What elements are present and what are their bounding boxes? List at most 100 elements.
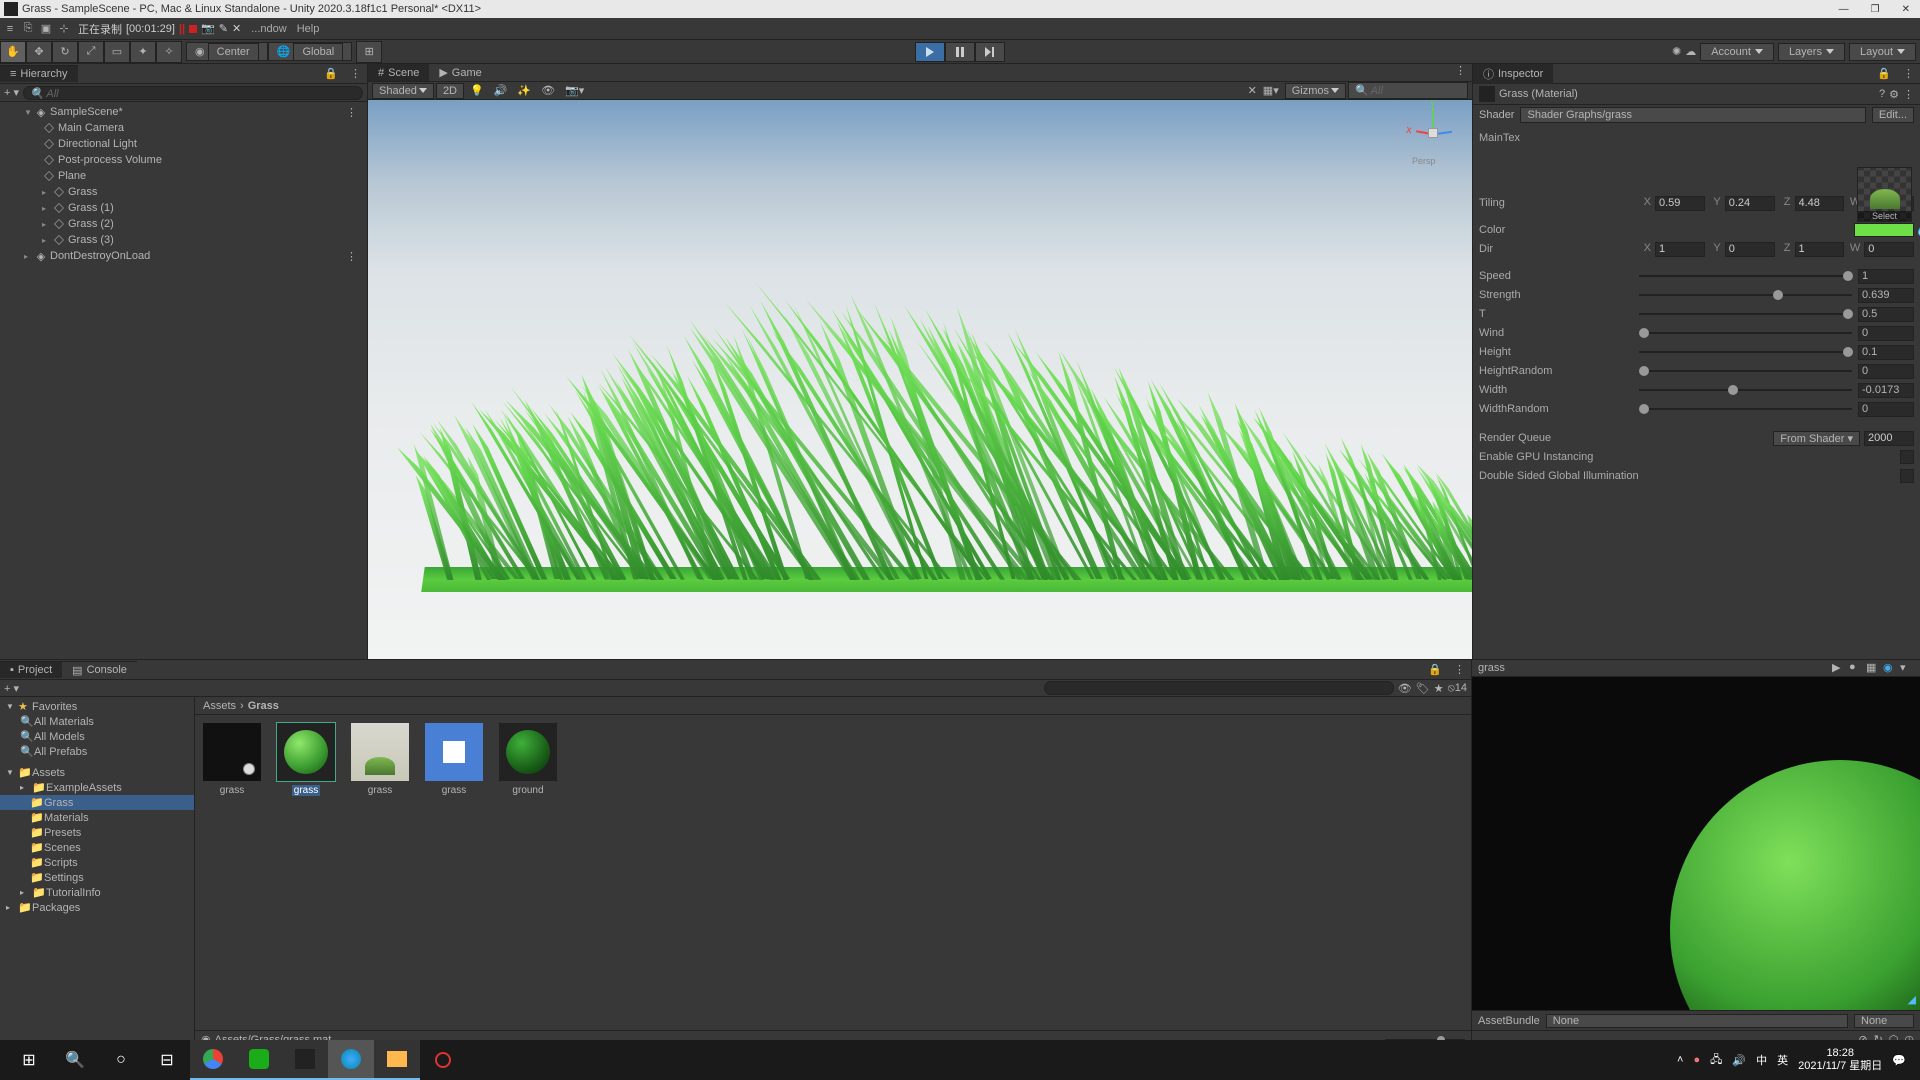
lock-icon[interactable]: 🔒: [1871, 67, 1897, 80]
menu-help[interactable]: Help: [297, 23, 320, 35]
hierarchy-item[interactable]: ▸Grass (3): [0, 232, 367, 248]
game-tab[interactable]: ▶ Game: [429, 64, 491, 81]
pivot-center[interactable]: ◉ Center: [186, 42, 268, 61]
slider-value[interactable]: [1858, 364, 1914, 379]
folder-item[interactable]: 📁Scenes: [0, 840, 194, 855]
play-button[interactable]: [915, 42, 945, 62]
audio-icon[interactable]: 🔊: [490, 84, 512, 97]
tray-expand[interactable]: ˄: [1677, 1054, 1683, 1066]
dir-y[interactable]: [1725, 242, 1775, 257]
expand-icon[interactable]: ◢: [1908, 993, 1916, 1006]
fav-item[interactable]: 🔍All Prefabs: [0, 744, 194, 759]
cortana-button[interactable]: ○: [98, 1040, 144, 1080]
filter-icon[interactable]: ★: [1434, 682, 1444, 695]
project-tab[interactable]: ▪ Project: [0, 661, 62, 678]
pause-button[interactable]: [945, 42, 975, 62]
menu-icon[interactable]: ⋮: [1903, 88, 1914, 101]
texture-slot[interactable]: Select: [1857, 167, 1912, 222]
scene-tab[interactable]: # Scene: [368, 64, 429, 81]
notifications-icon[interactable]: 💬: [1892, 1054, 1906, 1067]
start-button[interactable]: ⊞: [6, 1040, 52, 1080]
hierarchy-item[interactable]: ▸Grass (2): [0, 216, 367, 232]
pivot-global[interactable]: 🌐 Global: [268, 42, 353, 61]
slider-value[interactable]: [1858, 402, 1914, 417]
tray-ime-lang[interactable]: 英: [1777, 1052, 1788, 1068]
snap-toggle[interactable]: ⊞: [356, 41, 382, 63]
filter-icon[interactable]: 👁: [1398, 682, 1412, 695]
scene-search[interactable]: 🔍 All: [1348, 82, 1468, 99]
account-dropdown[interactable]: Account: [1700, 43, 1774, 61]
2d-toggle[interactable]: 2D: [436, 83, 464, 99]
hierarchy-item[interactable]: ▸Grass: [0, 184, 367, 200]
slider-value[interactable]: [1858, 383, 1914, 398]
assets-root[interactable]: ▼📁Assets: [0, 765, 194, 780]
eyedropper-icon[interactable]: 💧: [1915, 224, 1920, 237]
hierarchy-item[interactable]: Plane: [0, 168, 367, 184]
dir-x[interactable]: [1655, 242, 1705, 257]
tiling-y[interactable]: [1725, 196, 1775, 211]
filter-icon[interactable]: 🏷: [1416, 682, 1430, 695]
folder-item[interactable]: ▸📁TutorialInfo: [0, 885, 194, 900]
transform-tool[interactable]: ✦: [130, 41, 156, 63]
folder-item[interactable]: 📁Settings: [0, 870, 194, 885]
folder-item[interactable]: 📁Presets: [0, 825, 194, 840]
render-queue-value[interactable]: [1864, 431, 1914, 446]
preview-play-icon[interactable]: ▶: [1832, 661, 1846, 675]
minimize-button[interactable]: —: [1839, 4, 1849, 15]
preview-sphere-icon[interactable]: ●: [1849, 661, 1863, 675]
favorites-root[interactable]: ▼★Favorites: [0, 699, 194, 714]
hierarchy-search[interactable]: 🔍 All: [23, 86, 363, 100]
hierarchy-tab[interactable]: ≡ Hierarchy: [0, 65, 78, 82]
wechat-icon[interactable]: [236, 1040, 282, 1080]
taskbar-clock[interactable]: 18:28 2021/11/7 星期日: [1798, 1047, 1882, 1073]
assetbundle-variant[interactable]: None: [1854, 1014, 1914, 1028]
unity-hub-icon[interactable]: [282, 1040, 328, 1080]
lock-icon[interactable]: 🔒: [318, 67, 344, 80]
project-search[interactable]: [1044, 681, 1394, 695]
slider-track[interactable]: [1639, 313, 1852, 315]
panel-menu-icon[interactable]: ⋮: [1449, 64, 1472, 81]
shader-edit-button[interactable]: Edit...: [1872, 107, 1914, 123]
fav-item[interactable]: 🔍All Materials: [0, 714, 194, 729]
folder-item[interactable]: 📁Grass: [0, 795, 194, 810]
fav-item[interactable]: 🔍All Models: [0, 729, 194, 744]
assetbundle-dropdown[interactable]: None: [1546, 1014, 1848, 1028]
menu-window[interactable]: ...ndow: [251, 23, 286, 35]
hierarchy-item[interactable]: Post-process Volume: [0, 152, 367, 168]
breadcrumb-root[interactable]: Assets: [203, 700, 236, 712]
slider-track[interactable]: [1639, 389, 1852, 391]
tray-icon[interactable]: ●: [1693, 1054, 1700, 1066]
scene-root[interactable]: ▼◈SampleScene*⋮: [0, 104, 367, 120]
tray-ime-mode[interactable]: 中: [1756, 1052, 1767, 1068]
scene-viewport[interactable]: Persp: [368, 100, 1472, 659]
help-icon[interactable]: ?: [1879, 88, 1885, 100]
folder-item[interactable]: 📁Scripts: [0, 855, 194, 870]
pause-icon[interactable]: ||: [179, 23, 185, 35]
lighting-icon[interactable]: 💡: [466, 84, 488, 97]
folder-item[interactable]: ▸📁ExampleAssets: [0, 780, 194, 795]
create-dropdown[interactable]: + ▾: [4, 86, 19, 99]
slider-value[interactable]: [1858, 345, 1914, 360]
search-button[interactable]: 🔍: [52, 1040, 98, 1080]
gpu-instancing-checkbox[interactable]: [1900, 450, 1914, 464]
folder-item[interactable]: 📁Materials: [0, 810, 194, 825]
recorder-icon[interactable]: [420, 1040, 466, 1080]
explorer-icon[interactable]: [374, 1040, 420, 1080]
slider-track[interactable]: [1639, 351, 1852, 353]
asset-item[interactable]: grass: [351, 723, 409, 796]
menubtn-menu[interactable]: ≡: [2, 21, 18, 37]
tiling-z[interactable]: [1795, 196, 1845, 211]
scene-vis-icon[interactable]: 👁: [537, 84, 559, 97]
layout-dropdown[interactable]: Layout: [1849, 43, 1916, 61]
shader-dropdown[interactable]: Shader Graphs/grass: [1520, 107, 1865, 123]
gizmos-dropdown[interactable]: Gizmos: [1285, 83, 1346, 99]
preview-menu-icon[interactable]: ▾: [1900, 661, 1914, 675]
console-tab[interactable]: ▤ Console: [62, 661, 137, 679]
camera-icon[interactable]: 📷: [201, 22, 215, 35]
scale-tool[interactable]: ⤢: [78, 41, 104, 63]
tiling-x[interactable]: [1655, 196, 1705, 211]
slider-track[interactable]: [1639, 275, 1852, 277]
grid-icon[interactable]: ▦▾: [1259, 84, 1283, 97]
rotate-tool[interactable]: ↻: [52, 41, 78, 63]
slider-track[interactable]: [1639, 408, 1852, 410]
